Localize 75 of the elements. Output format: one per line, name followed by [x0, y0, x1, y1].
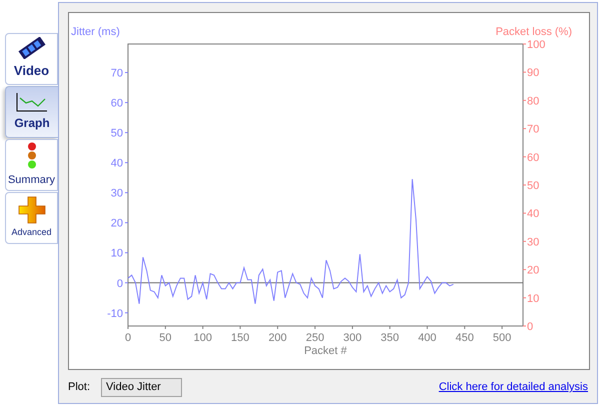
- y-tick-label: 70: [110, 68, 123, 80]
- y-tick-label: 50: [110, 128, 123, 140]
- y-tick-label: 20: [110, 218, 123, 230]
- x-axis-tick: 400: [418, 326, 436, 344]
- side-tab[interactable]: Graph: [5, 86, 58, 138]
- x-tick-label: 250: [306, 332, 324, 344]
- y-axis-tick: 20: [110, 218, 128, 230]
- x-tick-label: 100: [194, 332, 212, 344]
- x-axis-tick: 500: [492, 326, 512, 344]
- side-tab[interactable]: Advanced: [5, 192, 58, 244]
- y-axis-tick: 0: [116, 278, 128, 290]
- x-tick-label: 200: [268, 332, 287, 344]
- x-axis-tick: 350: [380, 326, 400, 344]
- y-tick-label: 30: [110, 188, 123, 200]
- y2-tick-label: 20: [527, 264, 540, 277]
- line-chart-icon: [16, 92, 48, 112]
- x-tick-label: 0: [124, 332, 132, 344]
- x-tick-label: 450: [455, 332, 474, 344]
- y-axis-tick: 60: [110, 98, 128, 110]
- y-tick-label: 10: [110, 248, 123, 260]
- x-axis-tick: 100: [194, 326, 212, 344]
- y2-axis-tick: 10: [522, 292, 540, 305]
- y-tick-label: 40: [110, 158, 123, 170]
- detailed-analysis-link[interactable]: Click here for detailed analysis: [438, 379, 588, 396]
- x-axis-title: Packet #: [304, 345, 347, 357]
- x-tick-label: 150: [231, 332, 250, 344]
- y2-axis-tick: 60: [522, 152, 540, 164]
- y2-tick-label: 30: [527, 236, 540, 248]
- x-axis-tick: 450: [455, 326, 474, 344]
- y2-axis-tick: 30: [522, 236, 540, 248]
- y2-tick-label: 60: [527, 152, 540, 164]
- y2-axis-tick: 20: [522, 264, 540, 277]
- y2-axis-title: Packet loss (%): [496, 26, 572, 38]
- y2-tick-label: 10: [527, 292, 540, 305]
- y2-axis-tick: 70: [522, 124, 540, 136]
- x-axis-tick: 250: [306, 326, 324, 344]
- y2-tick-label: 100: [527, 39, 546, 51]
- x-tick-label: 300: [343, 332, 362, 344]
- plus-icon: [18, 196, 46, 224]
- y-tick-label: 60: [110, 98, 123, 110]
- y-axis-tick: 50: [110, 128, 128, 140]
- y-tick-label: 0: [116, 278, 123, 290]
- x-axis-tick: 0: [124, 326, 132, 344]
- y2-axis-tick: 100: [522, 39, 546, 51]
- y2-tick-label: 70: [527, 124, 540, 136]
- side-tab[interactable]: Video: [5, 33, 58, 85]
- traffic-light-icon: [26, 142, 38, 170]
- x-axis-tick: 200: [268, 326, 287, 344]
- side-tab[interactable]: Summary: [5, 139, 58, 191]
- y-axis-tick: -10: [107, 308, 128, 320]
- y2-axis-tick: 0: [522, 321, 534, 333]
- x-axis-tick: 150: [231, 326, 250, 344]
- y-axis-tick: 70: [110, 68, 128, 80]
- y2-axis-tick: 80: [522, 95, 540, 108]
- y-axis-tick: 30: [110, 188, 128, 200]
- x-tick-label: 50: [159, 332, 172, 344]
- y-axis-tick: 10: [110, 248, 128, 260]
- y-tick-label: -10: [107, 308, 123, 320]
- y2-tick-label: 50: [527, 180, 540, 192]
- y2-axis-tick: 40: [522, 208, 540, 220]
- x-tick-label: 350: [380, 332, 400, 344]
- plot-label: Plot:: [68, 380, 90, 396]
- y2-tick-label: 80: [527, 95, 540, 108]
- y-axis-title: Jitter (ms): [71, 26, 120, 38]
- y2-tick-label: 40: [527, 208, 540, 220]
- x-tick-label: 400: [418, 332, 436, 344]
- y2-tick-label: 0: [527, 321, 534, 333]
- y2-axis-tick: 50: [522, 180, 540, 192]
- plot-dropdown[interactable]: Video Jitter: [101, 378, 182, 397]
- x-tick-label: 500: [492, 332, 512, 344]
- x-axis-tick: 300: [343, 326, 362, 344]
- y2-tick-label: 90: [527, 67, 540, 80]
- y2-axis-tick: 90: [522, 67, 540, 80]
- x-axis-tick: 50: [159, 326, 172, 344]
- y-axis-tick: 40: [110, 158, 128, 170]
